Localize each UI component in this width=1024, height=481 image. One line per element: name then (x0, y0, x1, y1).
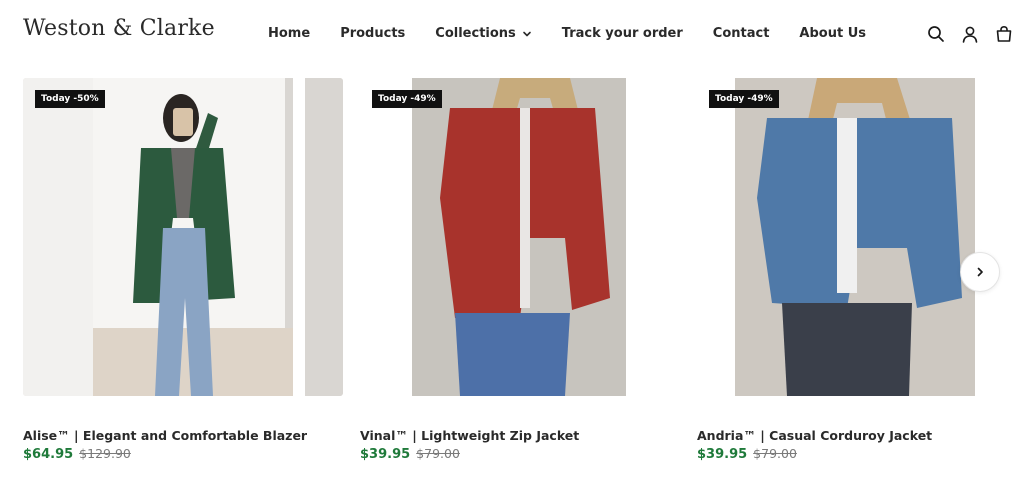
chevron-down-icon (522, 31, 531, 36)
product-card[interactable]: Today -49% Andria™ | Casual Corduroy Jac… (697, 78, 1017, 462)
sale-price: $64.95 (23, 447, 74, 462)
chevron-right-icon (977, 267, 983, 277)
search-icon[interactable] (926, 24, 946, 44)
nav-home[interactable]: Home (268, 26, 310, 41)
sale-price: $39.95 (360, 447, 411, 462)
price-row: $39.95 $79.00 (360, 446, 460, 462)
sale-price: $39.95 (697, 447, 748, 462)
nav-products-label: Products (340, 26, 406, 41)
original-price: $129.90 (79, 446, 131, 461)
nav-home-label: Home (268, 26, 311, 41)
product-card[interactable]: Today -50% Alise™ | Elegant and Comforta… (23, 78, 343, 462)
header-icons (926, 24, 1014, 44)
nav-about[interactable]: About Us (799, 26, 866, 41)
cart-icon[interactable] (994, 24, 1014, 44)
nav-collections-label: Collections (435, 26, 516, 41)
discount-badge: Today -49% (709, 90, 779, 108)
original-price: $79.00 (753, 446, 797, 461)
nav-products[interactable]: Products (340, 26, 405, 41)
product-card[interactable]: Today -49% Vinal™ | Lightweight Zip Jack… (360, 78, 680, 462)
main-nav: Home Products Collections Track your ord… (268, 26, 896, 41)
discount-badge: Today -49% (372, 90, 442, 108)
product-title[interactable]: Vinal™ | Lightweight Zip Jacket (360, 428, 579, 443)
product-image[interactable]: Today -49% (360, 78, 680, 396)
woman-red-zip-jacket-photo (360, 78, 680, 396)
product-image[interactable]: Today -49% (697, 78, 1017, 396)
site-header: Weston & Clarke Home Products Collection… (0, 0, 1024, 68)
nav-contact[interactable]: Contact (713, 26, 770, 41)
price-row: $39.95 $79.00 (697, 446, 797, 462)
carousel-next-button[interactable] (960, 252, 1000, 292)
woman-blue-corduroy-jacket-photo (697, 78, 1017, 396)
nav-about-label: About Us (799, 26, 867, 41)
site-logo[interactable]: Weston & Clarke (23, 16, 215, 41)
product-title[interactable]: Andria™ | Casual Corduroy Jacket (697, 428, 932, 443)
price-row: $64.95 $129.90 (23, 446, 131, 462)
nav-track-order-label: Track your order (561, 26, 683, 41)
nav-contact-label: Contact (712, 26, 770, 41)
product-image[interactable]: Today -50% (23, 78, 343, 396)
original-price: $79.00 (416, 446, 460, 461)
account-icon[interactable] (960, 24, 980, 44)
woman-green-blazer-photo (23, 78, 343, 396)
nav-collections[interactable]: Collections (435, 26, 532, 41)
product-title[interactable]: Alise™ | Elegant and Comfortable Blazer (23, 428, 307, 443)
nav-track-order[interactable]: Track your order (562, 26, 683, 41)
discount-badge: Today -50% (35, 90, 105, 108)
